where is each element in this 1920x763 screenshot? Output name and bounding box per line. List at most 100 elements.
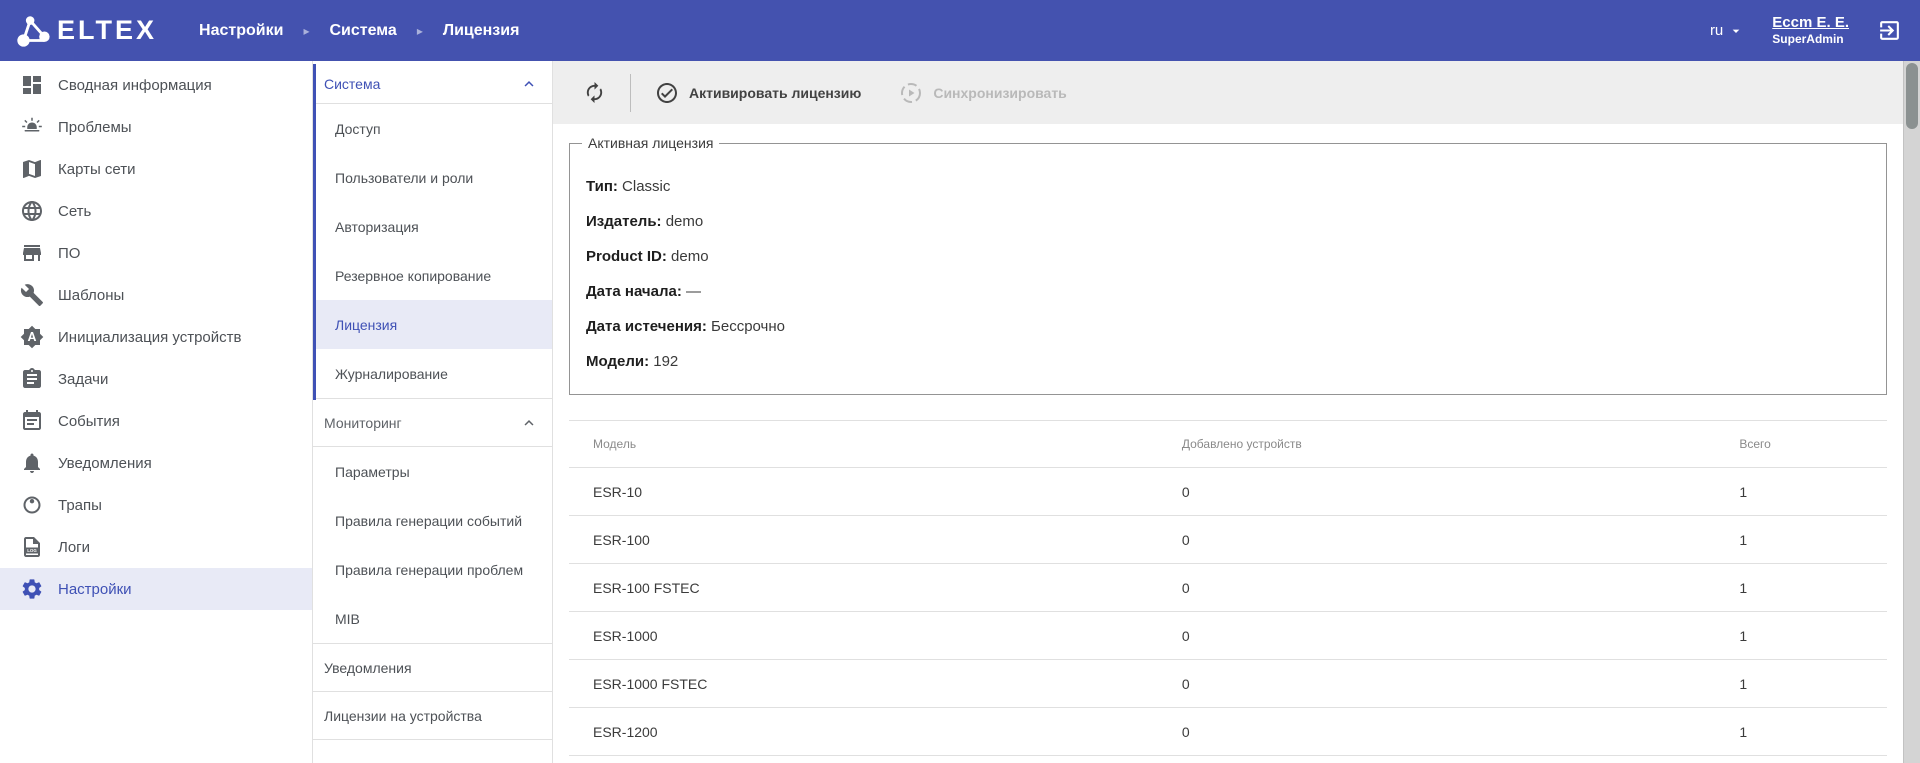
license-field-models: Модели: 192 [586, 353, 1870, 371]
submenu-item-notifications[interactable]: Уведомления [313, 644, 552, 692]
sidebar-item-label: Шаблоны [58, 287, 124, 304]
activate-license-button[interactable]: Активировать лицензию [655, 81, 861, 105]
sidebar-item-network[interactable]: Сеть [0, 190, 312, 232]
sidebar-item-label: Логи [58, 539, 90, 556]
field-value: 192 [653, 353, 678, 370]
submenu-item-mib[interactable]: MIB [313, 594, 552, 643]
field-value: — [686, 283, 701, 300]
sidebar-item-traps[interactable]: Трапы [0, 484, 312, 526]
cell-total: 1 [1739, 516, 1887, 564]
chevron-up-icon [520, 414, 538, 432]
top-bar: ELTEX Настройки ▸ Система ▸ Лицензия ru … [0, 0, 1920, 61]
sidebar-item-label: Настройки [58, 581, 132, 598]
sidebar-item-summary[interactable]: Сводная информация [0, 64, 312, 106]
field-value: demo [666, 213, 704, 230]
cell-added: 0 [1182, 660, 1740, 708]
sidebar-item-software[interactable]: ПО [0, 232, 312, 274]
toolbar-divider [630, 74, 631, 112]
submenu-item-logging[interactable]: Журналирование [313, 349, 552, 398]
activate-license-label: Активировать лицензию [689, 85, 861, 101]
settings-submenu: Система Доступ Пользователи и роли Автор… [312, 61, 553, 763]
vertical-scrollbar[interactable] [1903, 61, 1920, 763]
eltex-logo[interactable]: ELTEX [14, 12, 157, 50]
siren-icon [20, 115, 44, 139]
breadcrumb-system[interactable]: Система [329, 22, 396, 40]
sidebar-item-notifications[interactable]: Уведомления [0, 442, 312, 484]
breadcrumb-license[interactable]: Лицензия [443, 22, 520, 40]
svg-text:LOG: LOG [27, 548, 37, 553]
license-toolbar: Активировать лицензию Синхронизировать [553, 61, 1903, 124]
sidebar-item-events[interactable]: События [0, 400, 312, 442]
breadcrumb-settings[interactable]: Настройки [199, 22, 283, 40]
sidebar-item-templates[interactable]: Шаблоны [0, 274, 312, 316]
clipboard-icon [20, 367, 44, 391]
field-label: Модели: [586, 353, 649, 370]
topbar-right: ru Eccm E. E. SuperAdmin [1710, 13, 1902, 48]
field-value: Classic [622, 178, 670, 195]
submenu-section-monitoring: Мониторинг Параметры Правила генерации с… [313, 399, 552, 644]
submenu-item-backup[interactable]: Резервное копирование [313, 251, 552, 300]
breadcrumb: Настройки ▸ Система ▸ Лицензия [199, 22, 519, 40]
cell-added: 0 [1182, 564, 1740, 612]
sidebar-item-network-maps[interactable]: Карты сети [0, 148, 312, 190]
license-field-type: Тип: Classic [586, 178, 1870, 196]
submenu-item-device-licenses[interactable]: Лицензии на устройства [313, 692, 552, 740]
active-license-fieldset: Активная лицензия Тип: Classic Издатель:… [569, 143, 1887, 395]
refresh-button[interactable] [583, 81, 606, 104]
synchronize-button[interactable]: Синхронизировать [899, 81, 1066, 105]
field-label: Издатель: [586, 213, 662, 230]
sidebar-item-problems[interactable]: Проблемы [0, 106, 312, 148]
license-field-start-date: Дата начала: — [586, 283, 1870, 301]
sidebar-item-label: Карты сети [58, 161, 136, 178]
refresh-icon [583, 81, 606, 104]
cell-total: 1 [1739, 564, 1887, 612]
wrench-icon [20, 283, 44, 307]
sidebar-item-tasks[interactable]: Задачи [0, 358, 312, 400]
breadcrumb-separator-icon: ▸ [303, 24, 309, 38]
cell-total: 1 [1739, 612, 1887, 660]
submenu-item-users-roles[interactable]: Пользователи и роли [313, 153, 552, 202]
scrollbar-thumb[interactable] [1906, 63, 1918, 129]
calendar-icon [20, 409, 44, 433]
field-label: Тип: [586, 178, 618, 195]
globe-icon [20, 199, 44, 223]
submenu-item-event-rules[interactable]: Правила генерации событий [313, 496, 552, 545]
eltex-logo-text: ELTEX [57, 15, 157, 46]
cell-added: 0 [1182, 516, 1740, 564]
cell-model: ESR-100 FSTEC [569, 564, 1182, 612]
logout-button[interactable] [1877, 18, 1902, 43]
log-file-icon: LOG [20, 535, 44, 559]
submenu-item-problem-rules[interactable]: Правила генерации проблем [313, 545, 552, 594]
models-table: Модель Добавлено устройств Всего ESR-100… [569, 420, 1887, 756]
submenu-item-authorization[interactable]: Авторизация [313, 202, 552, 251]
check-circle-icon [655, 81, 679, 105]
play-circle-icon [899, 81, 923, 105]
sidebar-item-device-init[interactable]: Инициализация устройств [0, 316, 312, 358]
user-menu[interactable]: Eccm E. E. SuperAdmin [1772, 13, 1849, 48]
sidebar-item-settings[interactable]: Настройки [0, 568, 312, 610]
table-row: ESR-120001 [569, 708, 1887, 756]
fieldset-legend: Активная лицензия [582, 135, 719, 151]
chevron-up-icon [520, 75, 538, 93]
submenu-header-system[interactable]: Система [313, 64, 552, 104]
submenu-item-parameters[interactable]: Параметры [313, 447, 552, 496]
submenu-item-access[interactable]: Доступ [313, 104, 552, 153]
sidebar-item-label: Уведомления [58, 455, 152, 472]
sidebar-item-label: События [58, 413, 120, 430]
license-field-issuer: Издатель: demo [586, 213, 1870, 231]
submenu-header-monitoring[interactable]: Мониторинг [313, 399, 552, 447]
logout-icon [1877, 18, 1902, 43]
cell-model: ESR-100 [569, 516, 1182, 564]
sidebar-item-logs[interactable]: LOG Логи [0, 526, 312, 568]
submenu-header-label: Система [324, 76, 380, 92]
field-value: demo [671, 248, 709, 265]
cell-model: ESR-1000 FSTEC [569, 660, 1182, 708]
table-row: ESR-10001 [569, 516, 1887, 564]
language-selector[interactable]: ru [1710, 22, 1744, 39]
cell-model: ESR-10 [569, 468, 1182, 516]
field-value: Бессрочно [711, 318, 785, 335]
submenu-item-license[interactable]: Лицензия [313, 300, 552, 349]
bell-icon [20, 451, 44, 475]
store-icon [20, 241, 44, 265]
user-name: Eccm E. E. [1772, 13, 1849, 33]
